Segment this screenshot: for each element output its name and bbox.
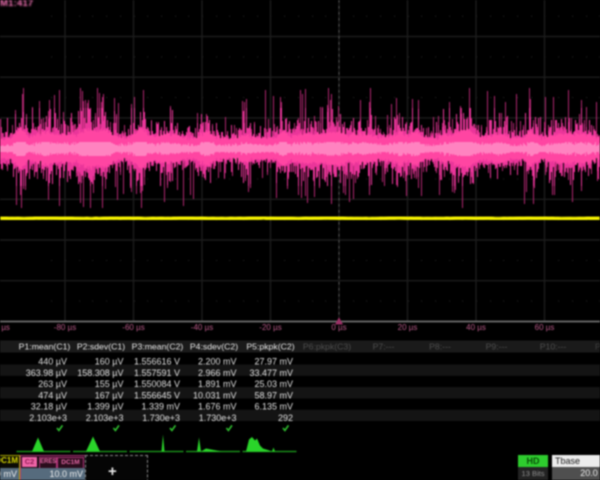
svg-text:P5:pkpk(C2): P5:pkpk(C2) <box>246 342 294 352</box>
svg-text:2.103e+3: 2.103e+3 <box>86 413 124 423</box>
svg-text:2.200 mV: 2.200 mV <box>198 357 237 367</box>
svg-text:-60 µs: -60 µs <box>122 323 144 332</box>
svg-text:1.730e+3: 1.730e+3 <box>199 413 237 423</box>
svg-text:2.966 mV: 2.966 mV <box>198 368 237 378</box>
svg-text:P2:sdev(C1): P2:sdev(C1) <box>77 342 125 352</box>
svg-text:27.97 mV: 27.97 mV <box>254 357 293 367</box>
svg-text:1.676 mV: 1.676 mV <box>198 402 237 412</box>
svg-text:440 µV: 440 µV <box>38 357 67 367</box>
svg-text:32.18 µV: 32.18 µV <box>31 402 67 412</box>
svg-text:P4:sdev(C2): P4:sdev(C2) <box>190 342 238 352</box>
svg-text:P6:pkpk(C3): P6:pkpk(C3) <box>303 342 351 352</box>
svg-text:474 µV: 474 µV <box>38 390 67 400</box>
svg-text:-100 µs: -100 µs <box>0 323 10 332</box>
svg-text:1.339 mV: 1.339 mV <box>141 402 180 412</box>
svg-text:1.557591 V: 1.557591 V <box>134 368 180 378</box>
svg-text:60 µs: 60 µs <box>535 323 555 332</box>
svg-text:P9:---: P9:--- <box>486 342 508 352</box>
svg-text:2.103e+3: 2.103e+3 <box>29 413 67 423</box>
svg-text:-20 µs: -20 µs <box>259 323 281 332</box>
svg-text:263 µV: 263 µV <box>38 379 67 389</box>
svg-text:P8:---: P8:--- <box>429 342 451 352</box>
svg-text:-80 µs: -80 µs <box>54 323 76 332</box>
svg-text:363.98 µV: 363.98 µV <box>26 368 67 378</box>
svg-text:-40 µs: -40 µs <box>191 323 213 332</box>
svg-text:1.730e+3: 1.730e+3 <box>142 413 180 423</box>
svg-text:1.550084 V: 1.550084 V <box>134 379 180 389</box>
svg-text:58.97 mV: 58.97 mV <box>254 390 293 400</box>
svg-text:P7:---: P7:--- <box>373 342 395 352</box>
svg-text:10.031 mV: 10.031 mV <box>193 390 237 400</box>
svg-text:160 µV: 160 µV <box>95 357 124 367</box>
svg-text:1.891 mV: 1.891 mV <box>198 379 237 389</box>
svg-text:155 µV: 155 µV <box>95 379 124 389</box>
svg-text:292: 292 <box>278 413 293 423</box>
svg-text:40 µs: 40 µs <box>466 323 486 332</box>
svg-text:6.135 mV: 6.135 mV <box>254 402 293 412</box>
svg-text:1.399 µV: 1.399 µV <box>87 402 123 412</box>
svg-text:25.03 mV: 25.03 mV <box>254 379 293 389</box>
svg-text:P10:---: P10:--- <box>540 342 567 352</box>
svg-text:1.556616 V: 1.556616 V <box>134 357 180 367</box>
svg-text:P11:---: P11:--- <box>595 342 600 352</box>
svg-text:0 µs: 0 µs <box>331 323 346 332</box>
svg-text:158.308 µV: 158.308 µV <box>77 368 123 378</box>
svg-text:33.477 mV: 33.477 mV <box>249 368 293 378</box>
svg-text:P3:mean(C2): P3:mean(C2) <box>132 342 184 352</box>
svg-text:1.556645 V: 1.556645 V <box>134 390 180 400</box>
svg-text:20 µs: 20 µs <box>398 323 418 332</box>
svg-text:167 µV: 167 µV <box>95 390 124 400</box>
svg-text:P1:mean(C1): P1:mean(C1) <box>19 342 71 352</box>
